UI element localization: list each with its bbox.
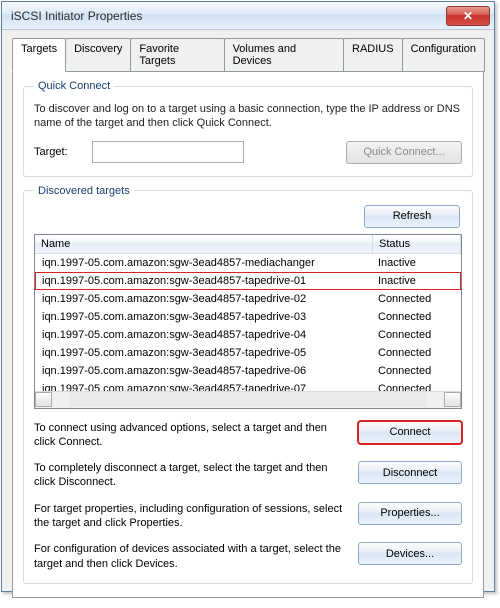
table-row[interactable]: iqn.1997-05.com.amazon:sgw-3ead4857-tape… bbox=[35, 380, 461, 391]
cell-status: Connected bbox=[372, 328, 460, 342]
devices-button[interactable]: Devices... bbox=[358, 542, 462, 565]
tab-configuration[interactable]: Configuration bbox=[402, 38, 485, 72]
targets-table: Name Status iqn.1997-05.com.amazon:sgw-3… bbox=[34, 234, 462, 409]
scroll-track[interactable] bbox=[69, 392, 427, 407]
properties-text: For target properties, including configu… bbox=[34, 502, 348, 531]
close-icon: ✕ bbox=[463, 9, 473, 23]
cell-name: iqn.1997-05.com.amazon:sgw-3ead4857-tape… bbox=[36, 364, 372, 378]
tab-volumes-and-devices[interactable]: Volumes and Devices bbox=[224, 38, 344, 72]
table-row[interactable]: iqn.1997-05.com.amazon:sgw-3ead4857-tape… bbox=[35, 272, 461, 290]
cell-name: iqn.1997-05.com.amazon:sgw-3ead4857-tape… bbox=[36, 382, 372, 391]
disconnect-row: To completely disconnect a target, selec… bbox=[34, 461, 462, 490]
cell-name: iqn.1997-05.com.amazon:sgw-3ead4857-medi… bbox=[36, 256, 372, 270]
cell-name: iqn.1997-05.com.amazon:sgw-3ead4857-tape… bbox=[36, 274, 372, 288]
tab-targets[interactable]: Targets bbox=[12, 38, 66, 72]
table-row[interactable]: iqn.1997-05.com.amazon:sgw-3ead4857-tape… bbox=[35, 308, 461, 326]
cell-status: Connected bbox=[372, 292, 460, 306]
table-row[interactable]: iqn.1997-05.com.amazon:sgw-3ead4857-tape… bbox=[35, 290, 461, 308]
cell-name: iqn.1997-05.com.amazon:sgw-3ead4857-tape… bbox=[36, 346, 372, 360]
cell-name: iqn.1997-05.com.amazon:sgw-3ead4857-tape… bbox=[36, 310, 372, 324]
targets-scroll[interactable]: Name Status iqn.1997-05.com.amazon:sgw-3… bbox=[35, 235, 461, 391]
discovered-legend: Discovered targets bbox=[34, 185, 134, 197]
quick-connect-button: Quick Connect... bbox=[346, 141, 462, 164]
target-row: Target: Quick Connect... bbox=[34, 141, 462, 164]
tab-strip: TargetsDiscoveryFavorite TargetsVolumes … bbox=[12, 37, 484, 71]
content-area: TargetsDiscoveryFavorite TargetsVolumes … bbox=[2, 30, 494, 608]
table-row[interactable]: iqn.1997-05.com.amazon:sgw-3ead4857-tape… bbox=[35, 326, 461, 344]
table-header: Name Status bbox=[35, 235, 461, 254]
table-row[interactable]: iqn.1997-05.com.amazon:sgw-3ead4857-medi… bbox=[35, 254, 461, 272]
cell-name: iqn.1997-05.com.amazon:sgw-3ead4857-tape… bbox=[36, 292, 372, 306]
connect-button[interactable]: Connect bbox=[358, 421, 462, 444]
scroll-right-icon[interactable] bbox=[444, 392, 461, 407]
header-name[interactable]: Name bbox=[35, 235, 373, 253]
quick-connect-legend: Quick Connect bbox=[34, 80, 114, 92]
cell-status: Inactive bbox=[372, 256, 460, 270]
close-button[interactable]: ✕ bbox=[446, 6, 490, 26]
refresh-button[interactable]: Refresh bbox=[364, 205, 460, 228]
connect-row: To connect using advanced options, selec… bbox=[34, 421, 462, 450]
cell-status: Inactive bbox=[372, 274, 460, 288]
quick-connect-desc: To discover and log on to a target using… bbox=[34, 102, 462, 131]
target-input[interactable] bbox=[92, 141, 244, 163]
cell-status: Connected bbox=[372, 382, 460, 391]
properties-button[interactable]: Properties... bbox=[358, 502, 462, 525]
tab-radius[interactable]: RADIUS bbox=[343, 38, 403, 72]
tab-discovery[interactable]: Discovery bbox=[65, 38, 131, 72]
connect-text: To connect using advanced options, selec… bbox=[34, 421, 348, 450]
devices-row: For configuration of devices associated … bbox=[34, 542, 462, 571]
refresh-row: Refresh bbox=[34, 201, 462, 228]
tab-favorite-targets[interactable]: Favorite Targets bbox=[130, 38, 224, 72]
dialog-window: iSCSI Initiator Properties ✕ TargetsDisc… bbox=[1, 1, 495, 592]
cell-status: Connected bbox=[372, 310, 460, 324]
scroll-left-icon[interactable] bbox=[35, 392, 52, 407]
horizontal-scrollbar[interactable] bbox=[35, 391, 461, 408]
table-body: iqn.1997-05.com.amazon:sgw-3ead4857-medi… bbox=[35, 254, 461, 391]
target-label: Target: bbox=[34, 146, 84, 158]
titlebar[interactable]: iSCSI Initiator Properties ✕ bbox=[2, 2, 494, 30]
table-row[interactable]: iqn.1997-05.com.amazon:sgw-3ead4857-tape… bbox=[35, 362, 461, 380]
properties-row: For target properties, including configu… bbox=[34, 502, 462, 531]
table-row[interactable]: iqn.1997-05.com.amazon:sgw-3ead4857-tape… bbox=[35, 344, 461, 362]
cell-name: iqn.1997-05.com.amazon:sgw-3ead4857-tape… bbox=[36, 328, 372, 342]
cell-status: Connected bbox=[372, 346, 460, 360]
header-status[interactable]: Status bbox=[373, 235, 461, 253]
cell-status: Connected bbox=[372, 364, 460, 378]
devices-text: For configuration of devices associated … bbox=[34, 542, 348, 571]
disconnect-button[interactable]: Disconnect bbox=[358, 461, 462, 484]
quick-connect-group: Quick Connect To discover and log on to … bbox=[23, 80, 473, 177]
discovered-targets-group: Discovered targets Refresh Name Status i… bbox=[23, 185, 473, 584]
window-title: iSCSI Initiator Properties bbox=[11, 9, 446, 23]
disconnect-text: To completely disconnect a target, selec… bbox=[34, 461, 348, 490]
tab-panel-targets: Quick Connect To discover and log on to … bbox=[12, 71, 484, 598]
